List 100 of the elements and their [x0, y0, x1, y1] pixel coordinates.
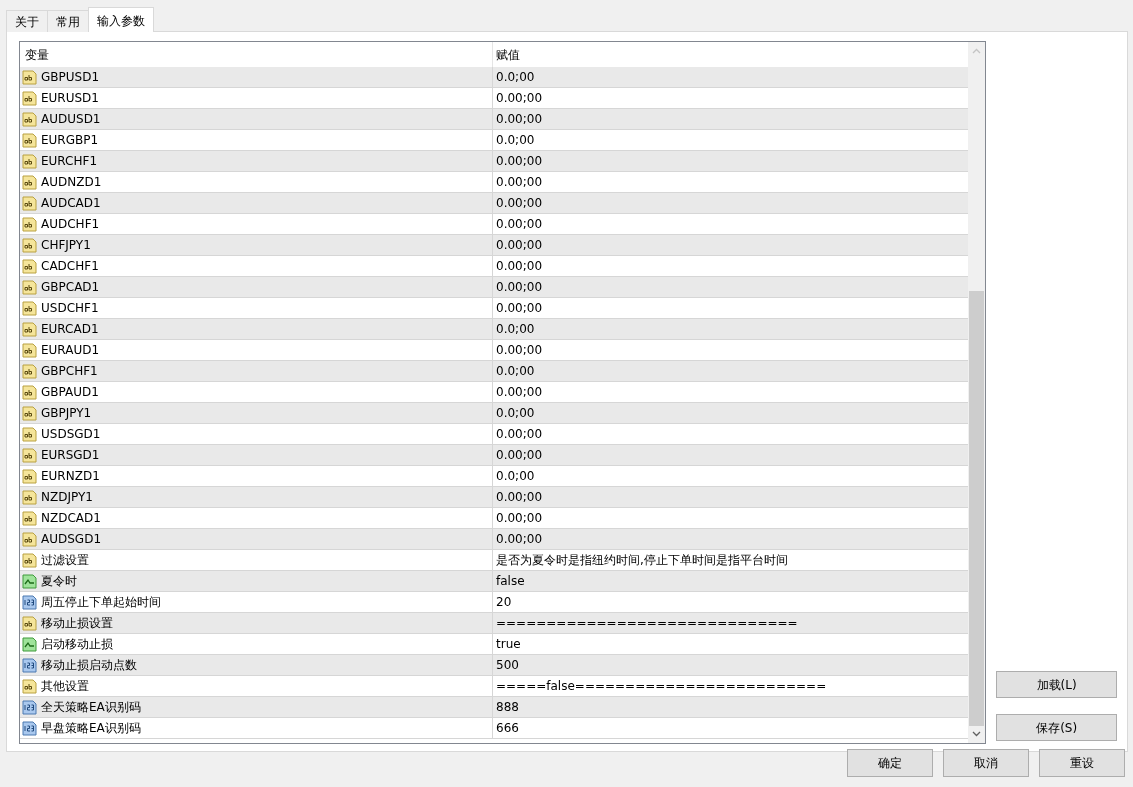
value-cell[interactable]: 888	[493, 697, 969, 717]
variable-name: USDCHF1	[41, 300, 99, 317]
text-type-icon	[22, 489, 37, 505]
value-cell[interactable]: true	[493, 634, 969, 654]
toggle-type-icon	[22, 636, 37, 652]
scroll-down-icon[interactable]	[972, 731, 982, 737]
variable-name: USDSGD1	[41, 426, 101, 443]
value-cell[interactable]: 0.00;00	[493, 508, 969, 528]
value-cell[interactable]: 0.00;00	[493, 340, 969, 360]
text-type-icon	[22, 363, 37, 379]
value-cell[interactable]: 0.00;00	[493, 235, 969, 255]
variable-name: GBPUSD1	[41, 69, 100, 86]
tab[interactable]: 关于	[6, 10, 48, 32]
value-cell[interactable]: 0.00;00	[493, 109, 969, 129]
value-cell[interactable]: 0.00;00	[493, 445, 969, 465]
text-type-icon	[22, 174, 37, 190]
text-type-icon	[22, 153, 37, 169]
variable-name: 过滤设置	[41, 552, 89, 569]
variable-name: EURUSD1	[41, 90, 99, 107]
text-type-icon	[22, 447, 37, 463]
variable-name: 全天策略EA识别码	[41, 699, 141, 716]
value-cell[interactable]: 0.00;00	[493, 214, 969, 234]
scroll-up-icon[interactable]	[972, 48, 982, 54]
value-cell[interactable]: 0.00;00	[493, 487, 969, 507]
variable-name: GBPAUD1	[41, 384, 99, 401]
value-cell[interactable]: 0.0;00	[493, 130, 969, 150]
tab[interactable]: 常用	[47, 10, 89, 32]
value-cell[interactable]: 0.0;00	[493, 319, 969, 339]
tab[interactable]: 输入参数	[88, 7, 154, 32]
value-cell[interactable]: 20	[493, 592, 969, 612]
text-type-icon	[22, 216, 37, 232]
value-cell[interactable]: 0.00;00	[493, 256, 969, 276]
text-type-icon	[22, 321, 37, 337]
variable-name: EURAUD1	[41, 342, 100, 359]
text-type-icon	[22, 468, 37, 484]
text-type-icon	[22, 342, 37, 358]
variable-name: 移动止损启动点数	[41, 657, 137, 674]
value-cell[interactable]: 0.00;00	[493, 529, 969, 549]
value-cell[interactable]: false	[493, 571, 969, 591]
toggle-type-icon	[22, 573, 37, 589]
text-type-icon	[22, 69, 37, 85]
variable-name: 移动止损设置	[41, 615, 113, 632]
value-cell[interactable]: 0.00;00	[493, 382, 969, 402]
variable-name: CHFJPY1	[41, 237, 91, 254]
variable-name: EURSGD1	[41, 447, 100, 464]
number-type-icon	[22, 657, 37, 673]
text-type-icon	[22, 195, 37, 211]
value-cell[interactable]: =====false=========================	[493, 676, 969, 696]
variable-name: EURNZD1	[41, 468, 100, 485]
text-type-icon	[22, 279, 37, 295]
variable-name: AUDSGD1	[41, 531, 102, 548]
text-type-icon	[22, 405, 37, 421]
variable-name: 周五停止下单起始时间	[41, 594, 161, 611]
number-type-icon	[22, 720, 37, 736]
side-button[interactable]: 保存(S)	[996, 714, 1118, 741]
variable-name: GBPCAD1	[41, 279, 100, 296]
variable-name: AUDCAD1	[41, 195, 101, 212]
number-type-icon	[22, 594, 37, 610]
text-type-icon	[22, 510, 37, 526]
variable-name: AUDCHF1	[41, 216, 100, 233]
value-cell[interactable]: 0.00;00	[493, 298, 969, 318]
value-cell[interactable]: 0.00;00	[493, 88, 969, 108]
dialog-button[interactable]: 重设	[1039, 749, 1125, 777]
value-cell[interactable]: 0.00;00	[493, 424, 969, 444]
text-type-icon	[22, 111, 37, 127]
dialog-button[interactable]: 取消	[943, 749, 1029, 777]
value-cell[interactable]: ==============================	[493, 613, 969, 633]
value-cell[interactable]: 0.00;00	[493, 193, 969, 213]
scrollbar-thumb[interactable]	[969, 291, 985, 726]
text-type-icon	[22, 384, 37, 400]
value-cell[interactable]: 0.00;00	[493, 151, 969, 171]
text-type-icon	[22, 426, 37, 442]
value-cell[interactable]: 500	[493, 655, 969, 675]
variable-name: NZDCAD1	[41, 510, 101, 527]
number-type-icon	[22, 699, 37, 715]
text-type-icon	[22, 300, 37, 316]
value-cell[interactable]: 666	[493, 718, 969, 738]
variable-name: EURCHF1	[41, 153, 98, 170]
variable-name: EURCAD1	[41, 321, 99, 338]
value-cell[interactable]: 0.0;00	[493, 466, 969, 486]
text-type-icon	[22, 615, 37, 631]
value-cell[interactable]: 0.0;00	[493, 361, 969, 381]
value-cell[interactable]: 0.00;00	[493, 277, 969, 297]
value-cell[interactable]: 是否为夏令时是指纽约时间,停止下单时间是指平台时间	[493, 550, 969, 570]
variable-name: CADCHF1	[41, 258, 99, 275]
value-cell[interactable]: 0.00;00	[493, 172, 969, 192]
column-header: 赋值	[495, 46, 521, 64]
variable-name: 早盘策略EA识别码	[41, 720, 141, 737]
text-type-icon	[22, 90, 37, 106]
variable-name: GBPCHF1	[41, 363, 98, 380]
variable-name: AUDNZD1	[41, 174, 102, 191]
dialog-button[interactable]: 确定	[847, 749, 933, 777]
value-cell[interactable]: 0.0;00	[493, 403, 969, 423]
value-cell[interactable]: 0.0;00	[493, 67, 969, 87]
text-type-icon	[22, 678, 37, 694]
variable-name: NZDJPY1	[41, 489, 93, 506]
text-type-icon	[22, 258, 37, 274]
text-type-icon	[22, 531, 37, 547]
text-type-icon	[22, 237, 37, 253]
side-button[interactable]: 加载(L)	[996, 671, 1118, 698]
